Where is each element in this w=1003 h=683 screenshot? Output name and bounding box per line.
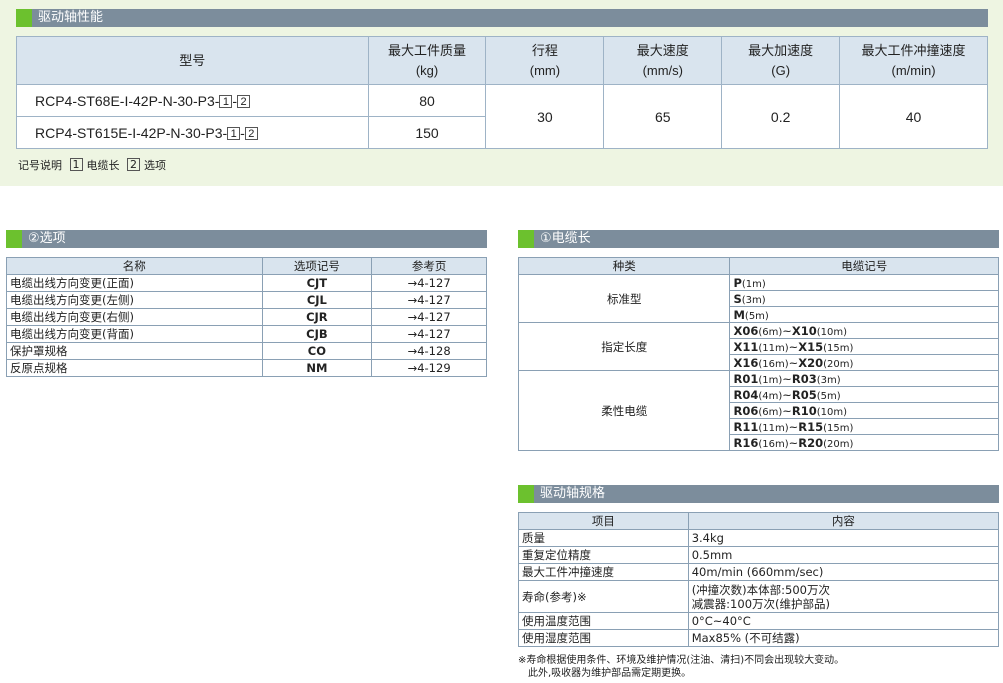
performance-section-title: 驱动轴性能	[16, 9, 988, 27]
accel-cell: 0.2	[721, 84, 841, 149]
options-table: 名称 选项记号 参考页 电缆出线方向变更(正面) CJT →4-127 电缆出线方向…	[6, 257, 487, 377]
table-row: 最大工件冲撞速度 40m/min (660mm/sec)	[518, 563, 1000, 581]
table-row: 柔性电缆 R01(1m)~R03(3m)	[517, 370, 999, 451]
legend: 记号说明 1 电缆长 2 选项	[18, 158, 166, 172]
payload-cell: 80	[367, 84, 487, 117]
header-model: 型号	[16, 36, 369, 85]
table-row: 寿命(参考)※ (冲撞次数)本体部:500万次 减震器:100万次(维护部品)	[518, 580, 1000, 613]
spec-header-row: 项目 内容	[518, 512, 1000, 530]
stroke-cell: 30	[485, 84, 605, 149]
table-row: 指定长度 X06(6m)~X10(10m)	[517, 322, 999, 371]
table-row: 电缆出线方向变更(背面) CJB →4-127	[6, 325, 487, 343]
table-row: 质量 3.4kg	[518, 529, 1000, 547]
section-marker	[16, 9, 32, 27]
performance-header-row: 型号 最大工件质量 (kg) 行程 (mm) 最大速度 (mm/s) 最大加速度 (G)…	[16, 36, 988, 85]
spec-section-title: 驱动轴规格	[518, 485, 999, 503]
table-row: 重复定位精度 0.5mm	[518, 546, 1000, 564]
table-row: 标准型 P(1m)	[517, 274, 999, 323]
header-speed: 最大速度 (mm/s)	[603, 36, 723, 85]
table-row: RCP4-ST68E-I-42P-N-30-P3- 1-2 80 30 65 0.…	[16, 84, 988, 149]
header-stroke: 行程 (mm)	[485, 36, 605, 85]
table-row: 电缆出线方向变更(右侧) CJR →4-127	[6, 308, 487, 326]
header-payload: 最大工件质量 (kg)	[367, 36, 487, 85]
speed-cell: 65	[603, 84, 723, 149]
section-marker	[518, 230, 534, 248]
table-row: 保护罩规格 CO →4-128	[6, 342, 487, 360]
cable-header-row: 种类 电缆记号	[517, 257, 999, 275]
header-accel: 最大加速度 (G)	[721, 36, 841, 85]
cable-section-title: ①电缆长	[518, 230, 999, 248]
payload-cell: 150	[367, 116, 487, 149]
cable-table: 种类 电缆记号 标准型 P(1m) S(3m) M(5m) 指定长度 X06(6…	[517, 257, 999, 451]
spec-note: ※寿命根据使用条件、环境及维护情况(注油、清扫)不同会出现较大变动。 此外,吸收…	[518, 655, 845, 679]
performance-title: 驱动轴性能	[38, 10, 104, 25]
section-marker	[6, 230, 22, 248]
options-section-title: ②选项	[6, 230, 487, 248]
table-row: 电缆出线方向变更(正面) CJT →4-127	[6, 274, 487, 292]
header-impact: 最大工件冲撞速度 (m/min)	[839, 36, 988, 85]
table-row: 使用温度范围 0°C~40°C	[518, 612, 1000, 630]
table-row: 反原点规格 NM →4-129	[6, 359, 487, 377]
model-cell: RCP4-ST615E-I-42P-N-30-P3- 1-2	[16, 116, 369, 149]
section-marker	[518, 485, 534, 503]
performance-table: 型号 最大工件质量 (kg) 行程 (mm) 最大速度 (mm/s) 最大加速度 (G)…	[16, 36, 988, 149]
options-header-row: 名称 选项记号 参考页	[6, 257, 487, 275]
spec-table: 项目 内容 质量 3.4kg 重复定位精度 0.5mm 最大工件冲撞速度 40m/mi…	[518, 512, 1000, 647]
model-cell: RCP4-ST68E-I-42P-N-30-P3- 1-2	[16, 84, 369, 117]
table-row: 电缆出线方向变更(左侧) CJL →4-127	[6, 291, 487, 309]
table-row: 使用湿度范围 Max85% (不可结露)	[518, 629, 1000, 647]
impact-cell: 40	[839, 84, 988, 149]
